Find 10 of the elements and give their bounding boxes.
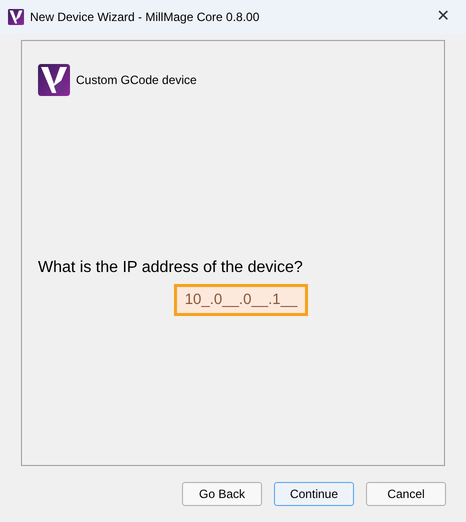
ip-address-field[interactable]: 10_.0__.0__.1__	[174, 284, 308, 316]
device-name: Custom GCode device	[76, 72, 197, 89]
device-logo-icon	[38, 64, 70, 96]
dialog-button[interactable]: Go Back	[182, 482, 262, 506]
dialog-button[interactable]: Cancel	[366, 482, 446, 506]
close-button[interactable]: ✕	[420, 0, 466, 34]
question-text: What is the IP address of the device?	[38, 258, 304, 278]
dialog-button[interactable]: Continue	[274, 482, 354, 506]
app-logo-icon	[8, 9, 24, 25]
window-title: New Device Wizard - MillMage Core 0.8.00	[30, 9, 260, 26]
